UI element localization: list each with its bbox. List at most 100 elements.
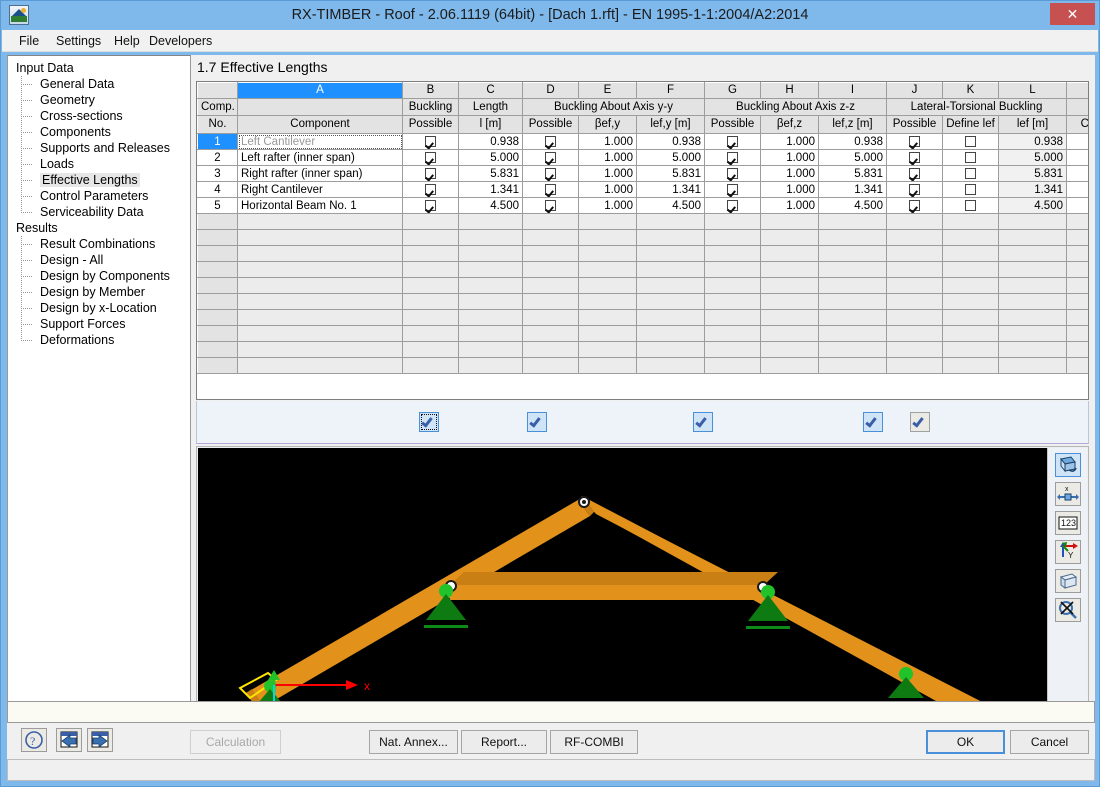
empty-cell[interactable] xyxy=(760,261,819,278)
sidebar-item-results[interactable]: Results xyxy=(8,220,190,236)
beta-ef-z-cell[interactable]: 1.000 xyxy=(760,197,819,214)
empty-cell[interactable] xyxy=(760,357,819,374)
empty-cell[interactable] xyxy=(1066,229,1088,246)
row-number-cell[interactable] xyxy=(197,309,238,326)
empty-cell[interactable] xyxy=(402,325,459,342)
empty-cell[interactable] xyxy=(942,229,999,246)
cancel-button[interactable]: Cancel xyxy=(1010,730,1089,754)
previous-icon[interactable] xyxy=(56,728,82,752)
numbering-icon[interactable]: 123 xyxy=(1055,511,1081,535)
row-number-cell[interactable] xyxy=(197,341,238,358)
empty-cell[interactable] xyxy=(942,213,999,230)
length-cell[interactable]: 5.831 xyxy=(458,165,523,182)
empty-cell[interactable] xyxy=(578,309,637,326)
z-possible-checkbox[interactable] xyxy=(704,181,761,198)
empty-cell[interactable] xyxy=(760,277,819,294)
next-icon[interactable] xyxy=(87,728,113,752)
empty-cell[interactable] xyxy=(942,277,999,294)
row-number-cell[interactable]: 4 xyxy=(197,181,238,198)
empty-cell[interactable] xyxy=(1066,341,1088,358)
sidebar-item-cross-sections[interactable]: Cross-sections xyxy=(8,108,190,124)
define-lef-checkbox[interactable] xyxy=(942,181,999,198)
empty-cell[interactable] xyxy=(1066,309,1088,326)
empty-cell[interactable] xyxy=(578,341,637,358)
lef-z-cell[interactable]: 0.938 xyxy=(818,133,887,150)
beta-ef-z-cell[interactable]: 1.000 xyxy=(760,133,819,150)
table-row[interactable] xyxy=(197,341,1088,358)
empty-cell[interactable] xyxy=(636,277,705,294)
table-row[interactable]: 2 Left rafter (inner span) 5.000 1.000 5.000… xyxy=(197,149,1088,166)
beta-ef-y-cell[interactable]: 1.000 xyxy=(578,149,637,166)
table-row[interactable]: 4 Right Cantilever 1.341 1.000 1.341 1.000 1.3… xyxy=(197,181,1088,198)
buckling-possible-checkbox[interactable] xyxy=(402,197,459,214)
empty-cell[interactable] xyxy=(522,277,579,294)
empty-cell[interactable] xyxy=(402,293,459,310)
empty-cell[interactable] xyxy=(636,245,705,262)
empty-cell[interactable] xyxy=(818,341,887,358)
empty-cell[interactable] xyxy=(818,357,887,374)
empty-cell[interactable] xyxy=(636,341,705,358)
table-row[interactable] xyxy=(197,293,1088,310)
empty-cell[interactable] xyxy=(760,213,819,230)
empty-cell[interactable] xyxy=(1066,277,1088,294)
column-header-D[interactable]: D xyxy=(522,82,579,99)
rf-combi-button[interactable]: RF-COMBI xyxy=(550,730,638,754)
empty-cell[interactable] xyxy=(522,309,579,326)
sidebar-item-result-combinations[interactable]: Result Combinations xyxy=(8,236,190,252)
empty-cell[interactable] xyxy=(886,357,943,374)
empty-cell[interactable] xyxy=(760,229,819,246)
empty-cell[interactable] xyxy=(886,293,943,310)
empty-cell[interactable] xyxy=(886,325,943,342)
empty-cell[interactable] xyxy=(578,229,637,246)
empty-cell[interactable] xyxy=(458,277,523,294)
empty-cell[interactable] xyxy=(818,325,887,342)
empty-cell[interactable] xyxy=(818,229,887,246)
column-header-K[interactable]: K xyxy=(942,82,999,99)
y-possible-checkbox[interactable] xyxy=(522,165,579,182)
empty-cell[interactable] xyxy=(522,293,579,310)
empty-cell[interactable] xyxy=(818,277,887,294)
empty-cell[interactable] xyxy=(522,341,579,358)
column-header-B[interactable]: B xyxy=(402,82,459,99)
axis-system-icon[interactable]: Y xyxy=(1055,540,1081,564)
empty-cell[interactable] xyxy=(237,341,403,358)
lef-z-cell[interactable]: 5.000 xyxy=(818,149,887,166)
empty-cell[interactable] xyxy=(458,229,523,246)
empty-cell[interactable] xyxy=(998,213,1067,230)
empty-cell[interactable] xyxy=(1066,357,1088,374)
sidebar-item-input-data[interactable]: Input Data xyxy=(8,60,190,76)
menu-item-file[interactable]: File xyxy=(10,30,48,52)
row-number-cell[interactable] xyxy=(197,325,238,342)
empty-cell[interactable] xyxy=(1066,325,1088,342)
row-number-cell[interactable] xyxy=(197,277,238,294)
empty-cell[interactable] xyxy=(942,245,999,262)
empty-cell[interactable] xyxy=(237,357,403,374)
empty-cell[interactable] xyxy=(578,245,637,262)
buckling-possible-checkbox[interactable] xyxy=(402,149,459,166)
ltb-possible-checkbox[interactable] xyxy=(886,197,943,214)
ltb-possible-checkbox[interactable] xyxy=(886,165,943,182)
comment-cell[interactable] xyxy=(1066,149,1088,166)
ltb-possible-checkbox[interactable] xyxy=(886,133,943,150)
empty-cell[interactable] xyxy=(402,341,459,358)
empty-cell[interactable] xyxy=(578,261,637,278)
sidebar-item-design-by-member[interactable]: Design by Member xyxy=(8,284,190,300)
empty-cell[interactable] xyxy=(760,325,819,342)
empty-cell[interactable] xyxy=(636,309,705,326)
empty-cell[interactable] xyxy=(998,229,1067,246)
row-number-cell[interactable] xyxy=(197,245,238,262)
table-row[interactable] xyxy=(197,277,1088,294)
empty-cell[interactable] xyxy=(237,325,403,342)
apply-all-z-possible[interactable] xyxy=(693,412,713,432)
empty-cell[interactable] xyxy=(636,325,705,342)
table-row[interactable]: 3 Right rafter (inner span) 5.831 1.000 5.83… xyxy=(197,165,1088,182)
empty-cell[interactable] xyxy=(998,357,1067,374)
empty-cell[interactable] xyxy=(402,245,459,262)
lef-y-cell[interactable]: 5.831 xyxy=(636,165,705,182)
row-number-cell[interactable]: 5 xyxy=(197,197,238,214)
column-header-F[interactable]: F xyxy=(636,82,705,99)
close-icon[interactable]: ✕ xyxy=(1050,3,1095,25)
empty-cell[interactable] xyxy=(942,357,999,374)
buckling-possible-checkbox[interactable] xyxy=(402,165,459,182)
empty-cell[interactable] xyxy=(578,277,637,294)
